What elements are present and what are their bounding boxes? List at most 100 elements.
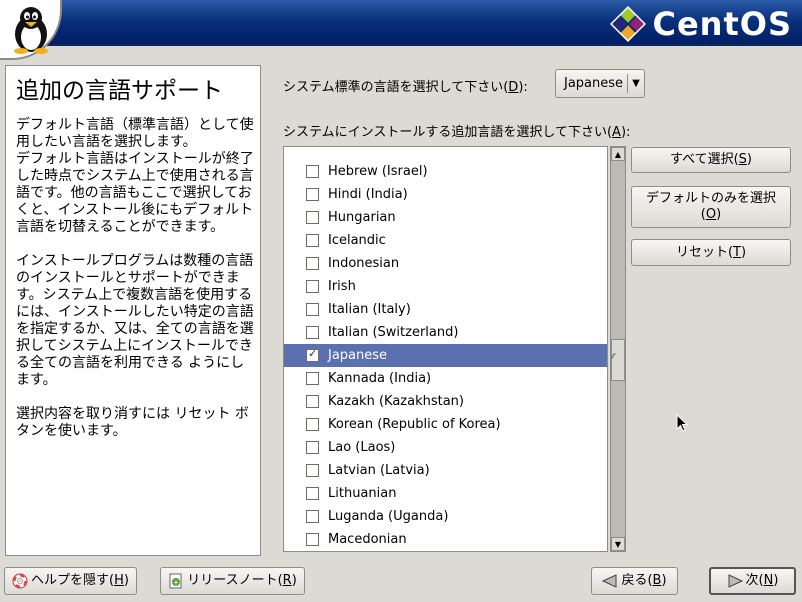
language-list-item[interactable]: Latvian (Latvia) [284,459,607,482]
button-label: ) [740,244,747,260]
language-list-item[interactable]: Luganda (Uganda) [284,505,607,528]
tux-logo [0,0,62,60]
language-list-scrollbar[interactable]: ▲ ▼ [610,146,626,552]
mnemonic: D [508,80,519,95]
additional-languages-list[interactable]: Hebrew (Israel) Hindi (India) Hungarian Ice… [283,146,608,552]
language-name: Italian (Switzerland) [328,325,459,340]
checkbox[interactable] [306,234,319,247]
checkbox[interactable] [306,510,319,523]
language-list-item[interactable]: Lao (Laos) [284,436,607,459]
checkbox[interactable] [306,303,319,316]
list-item-partial [284,147,607,160]
language-list-item[interactable]: Lithuanian [284,482,607,505]
svg-text:+: + [173,578,180,587]
language-list-item[interactable]: Macedonian [284,528,607,551]
language-name: Italian (Italy) [328,302,411,317]
language-list-item[interactable]: Italian (Italy) [284,298,607,321]
default-language-value: Japanese [564,76,624,91]
language-list-item[interactable]: Kazakh (Kazakhstan) [284,390,607,413]
language-list-item[interactable]: Korean (Republic of Korea) [284,413,607,436]
mnemonic: H [114,573,124,588]
button-label: ) [661,573,667,588]
language-name: Irish [328,279,356,294]
language-list-item[interactable]: Hindi (India) [284,183,607,206]
checkbox[interactable] [306,464,319,477]
language-name: Icelandic [328,233,386,248]
language-name: Indonesian [328,256,400,271]
select-all-button[interactable]: すべて選択(S) [631,147,791,173]
label-text: システムにインストールする追加言語を選択して下さい( [283,125,613,140]
select-default-only-button[interactable]: デフォルトのみを選択 (O) [631,186,791,228]
label-text: システム標準の言語を選択して下さい( [283,80,509,95]
language-list-item[interactable]: Hebrew (Israel) [284,160,607,183]
button-label: 次( [745,573,764,588]
language-name: Lao (Laos) [328,440,396,455]
checkbox[interactable] [306,395,319,408]
header-banner: CentOS [0,0,802,46]
language-list-item[interactable]: Indonesian [284,252,607,275]
mnemonic: T [733,244,741,260]
reset-button[interactable]: リセット(T) [631,239,791,266]
language-list-item[interactable]: Icelandic [284,229,607,252]
checkbox[interactable] [306,188,319,201]
button-label: ヘルプを隠す( [31,573,115,588]
mnemonic: N [763,573,774,588]
language-name: Japanese [328,348,388,363]
button-label: リリースノート( [187,573,283,588]
checkbox[interactable] [306,257,319,270]
language-name: Hungarian [328,210,396,225]
language-name: Hebrew (Israel) [328,164,428,179]
checkbox-checked[interactable] [306,347,319,362]
scrollbar-thumb[interactable] [611,339,625,381]
button-label: すべて選択( [670,152,739,167]
brand-name: CentOS [652,5,792,43]
default-language-dropdown[interactable]: Japanese ▼ [555,69,645,98]
checkbox[interactable] [306,487,319,500]
mnemonic: R [282,573,292,588]
checkbox[interactable] [306,165,319,178]
button-label: デフォルトのみを選択 [645,191,776,206]
chevron-down-icon: ▼ [632,78,640,89]
arrow-left-icon [602,574,618,588]
centos-emblem-icon [610,6,647,42]
help-paragraph-2: インストールプログラムは数種の言語のインストールとサポートができます。システム上… [16,253,254,388]
mnemonic: A [612,125,621,140]
mouse-pointer-icon [676,413,689,436]
tux-penguin-icon [14,7,48,54]
button-label: リセット( [675,244,734,260]
release-notes-button[interactable]: + リリースノート(R) [160,567,305,595]
checkbox[interactable] [306,211,319,224]
centos-logo: CentOS [610,5,792,43]
button-label: ) [716,207,722,222]
release-notes-icon: + [168,573,184,589]
language-list-item[interactable]: Irish [284,275,607,298]
scroll-down-arrow-icon[interactable]: ▼ [611,537,625,551]
language-rows: Hebrew (Israel) Hindi (India) Hungarian Ice… [284,147,607,551]
label-text: ): [620,125,631,140]
language-name: Macedonian [328,532,407,547]
additional-languages-label: システムにインストールする追加言語を選択して下さい(A): [283,121,630,140]
checkbox[interactable] [306,326,319,339]
language-name: Kannada (India) [328,371,432,386]
help-paragraph-3: 選択内容を取り消すには リセット ボタンを使います。 [16,406,249,439]
language-name: Latvian (Latvia) [328,463,430,478]
checkbox[interactable] [306,280,319,293]
hide-help-button[interactable]: ヘルプを隠す(H) [4,567,137,595]
next-button[interactable]: 次(N) [709,567,796,595]
language-list-item[interactable]: Hungarian [284,206,607,229]
lifebuoy-icon [12,573,28,589]
language-name: Lithuanian [328,486,397,501]
checkbox[interactable] [306,533,319,546]
scroll-up-arrow-icon[interactable]: ▲ [611,147,625,161]
button-label: 戻る( [621,573,653,588]
checkbox[interactable] [306,441,319,454]
mnemonic: S [738,152,747,167]
checkbox[interactable] [306,372,319,385]
checkbox[interactable] [306,418,319,431]
button-label: ) [291,573,297,588]
arrow-right-icon [727,574,743,588]
language-list-item[interactable]: Japanese [284,344,607,367]
language-list-item[interactable]: Kannada (India) [284,367,607,390]
language-list-item[interactable]: Italian (Switzerland) [284,321,607,344]
back-button[interactable]: 戻る(B) [591,567,678,595]
